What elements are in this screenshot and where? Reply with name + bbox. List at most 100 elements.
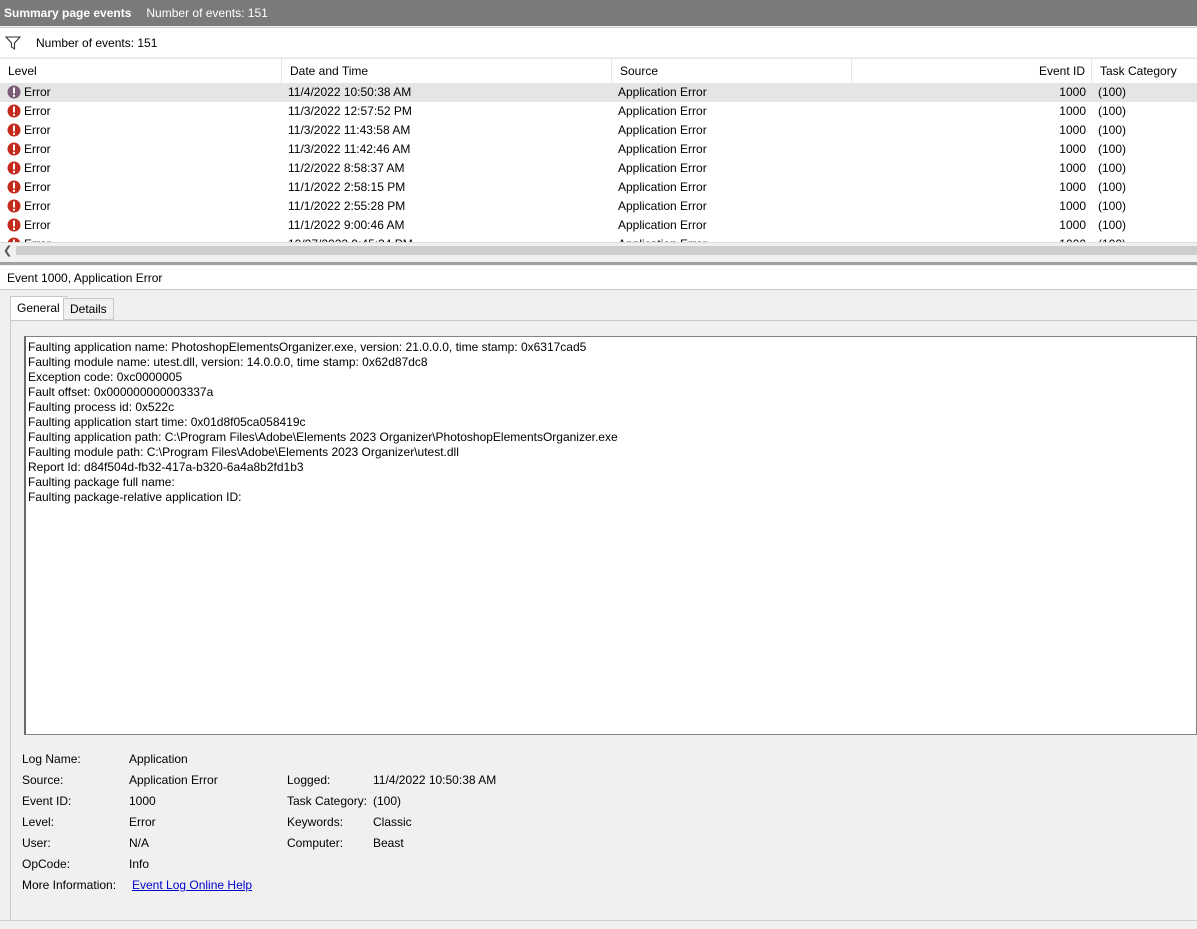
event-row[interactable]: Error 11/4/2022 10:50:38 AM Application Er… <box>0 83 1197 102</box>
cell-task-category: (100) <box>1098 218 1127 232</box>
cell-level: Error <box>24 235 274 242</box>
tab-details[interactable]: Details <box>63 298 114 320</box>
cell-source: Application Error <box>618 104 707 118</box>
cell-level: Error <box>24 161 51 175</box>
log-name-label: Log Name: <box>22 752 81 766</box>
message-line: Faulting package full name: <box>28 475 175 489</box>
event-row[interactable]: Error 11/3/2022 11:42:46 AM Application Er… <box>0 140 1197 159</box>
cell-source: Application Error <box>618 199 707 213</box>
scroll-left-arrow-icon[interactable]: ❮ <box>3 244 12 257</box>
opcode-label: OpCode: <box>22 857 71 871</box>
cell-level: Error <box>24 199 51 213</box>
computer-label: Computer: <box>287 836 344 850</box>
horizontal-scrollbar[interactable]: ❮ <box>0 242 1197 257</box>
cell-event-id: 1000 <box>1059 218 1086 232</box>
cell-task-category: (100) <box>1098 161 1127 175</box>
event-row[interactable]: Error 11/1/2022 2:55:28 PM Application Err… <box>0 197 1197 216</box>
user-value: N/A <box>129 836 150 850</box>
cell-date-time: 11/1/2022 2:55:28 PM <box>288 199 406 213</box>
column-header-task-category[interactable]: Task Category <box>1092 59 1197 83</box>
cell-event-id: 1000 <box>1059 161 1086 175</box>
cell-event-id: 1000 <box>1059 123 1086 137</box>
cell-event-id: 1000 <box>852 235 1086 242</box>
error-icon <box>7 218 21 232</box>
cell-task-category: (100) <box>1098 85 1127 99</box>
event-message-textbox[interactable]: Faulting application name: PhotoshopElem… <box>24 336 1197 735</box>
message-line: Faulting process id: 0x522c <box>28 400 175 414</box>
error-icon <box>7 199 21 213</box>
source-label: Source: <box>22 773 64 787</box>
cell-source: Application Error <box>618 180 707 194</box>
cell-date-time: 11/3/2022 11:42:46 AM <box>288 142 411 156</box>
cell-date-time: 11/1/2022 2:58:15 PM <box>288 180 406 194</box>
message-line: Faulting package-relative application ID… <box>28 490 242 504</box>
cell-date-time: 11/3/2022 12:57:52 PM <box>288 104 412 118</box>
log-name-value: Application <box>129 752 188 766</box>
events-grid: Level Date and Time Source Event ID Task… <box>0 58 1197 242</box>
error-icon <box>7 104 21 118</box>
cell-task-category: (100) <box>1098 199 1127 213</box>
cell-task-category: (100) <box>1098 235 1197 242</box>
event-row[interactable]: Error 10/27/2022 9:45:34 PM Application Er… <box>0 235 1197 242</box>
cell-task-category: (100) <box>1098 123 1127 137</box>
pane-splitter[interactable] <box>0 262 1197 265</box>
cell-source: Application Error <box>618 123 707 137</box>
event-row[interactable]: Error 11/1/2022 9:00:46 AM Application Err… <box>0 216 1197 235</box>
source-value: Application Error <box>129 773 218 787</box>
column-header-source[interactable]: Source <box>612 59 852 83</box>
filter-icon[interactable] <box>5 35 21 51</box>
column-header-event-id[interactable]: Event ID <box>852 59 1092 83</box>
event-row[interactable]: Error 11/2/2022 8:58:37 AM Application Err… <box>0 159 1197 178</box>
window-subtitle: Number of events: 151 <box>146 6 268 20</box>
task-category-value: (100) <box>373 794 402 808</box>
event-row[interactable]: Error 11/3/2022 12:57:52 PM Application Er… <box>0 102 1197 121</box>
event-id-label: Event ID: <box>22 794 72 808</box>
cell-level: Error <box>24 218 51 232</box>
filter-bar: Number of events: 151 <box>0 27 1197 57</box>
cell-date-time: 11/3/2022 11:43:58 AM <box>288 123 411 137</box>
cell-task-category: (100) <box>1098 180 1127 194</box>
event-id-value: 1000 <box>129 794 156 808</box>
message-line: Faulting module name: utest.dll, version… <box>28 355 428 369</box>
error-icon <box>7 85 21 99</box>
cell-task-category: (100) <box>1098 142 1127 156</box>
message-line: Exception code: 0xc0000005 <box>28 370 183 384</box>
cell-level: Error <box>24 85 51 99</box>
cell-date-time: 11/1/2022 9:00:46 AM <box>288 218 405 232</box>
event-log-online-help-link[interactable]: Event Log Online Help <box>132 877 252 893</box>
event-row[interactable]: Error 11/3/2022 11:43:58 AM Application Er… <box>0 121 1197 140</box>
cell-event-id: 1000 <box>1059 85 1086 99</box>
cell-source: Application Error <box>618 142 707 156</box>
error-icon <box>7 142 21 156</box>
cell-date-time: 11/2/2022 8:58:37 AM <box>288 161 405 175</box>
title-bar: Summary page events Number of events: 15… <box>0 0 1197 26</box>
logged-value: 11/4/2022 10:50:38 AM <box>373 773 497 787</box>
bottom-edge <box>0 920 1197 929</box>
cell-level: Error <box>24 123 51 137</box>
message-line: Faulting module path: C:\Program Files\A… <box>28 445 459 459</box>
cell-source: Application Error <box>618 235 848 242</box>
scrollbar-thumb[interactable] <box>16 246 1197 255</box>
grid-header: Level Date and Time Source Event ID Task… <box>0 59 1197 83</box>
error-icon <box>7 161 21 175</box>
message-line: Fault offset: 0x000000000003337a <box>28 385 214 399</box>
logged-label: Logged: <box>287 773 331 787</box>
level-value: Error <box>129 815 156 829</box>
cell-source: Application Error <box>618 161 707 175</box>
error-icon <box>7 123 21 137</box>
column-header-date-time[interactable]: Date and Time <box>282 59 612 83</box>
window-title: Summary page events <box>4 6 132 20</box>
message-line: Report Id: d84f504d-fb32-417a-b320-6a4a8… <box>28 460 304 474</box>
cell-level: Error <box>24 104 51 118</box>
cell-level: Error <box>24 180 51 194</box>
cell-event-id: 1000 <box>1059 180 1086 194</box>
column-header-level[interactable]: Level <box>0 59 282 83</box>
cell-event-id: 1000 <box>1059 199 1086 213</box>
message-line: Faulting application name: PhotoshopElem… <box>28 340 587 354</box>
error-icon <box>7 180 21 194</box>
keywords-label: Keywords: <box>287 815 344 829</box>
computer-value: Beast <box>373 836 404 850</box>
cell-source: Application Error <box>618 218 707 232</box>
tab-general[interactable]: General <box>10 296 67 321</box>
event-row[interactable]: Error 11/1/2022 2:58:15 PM Application Err… <box>0 178 1197 197</box>
